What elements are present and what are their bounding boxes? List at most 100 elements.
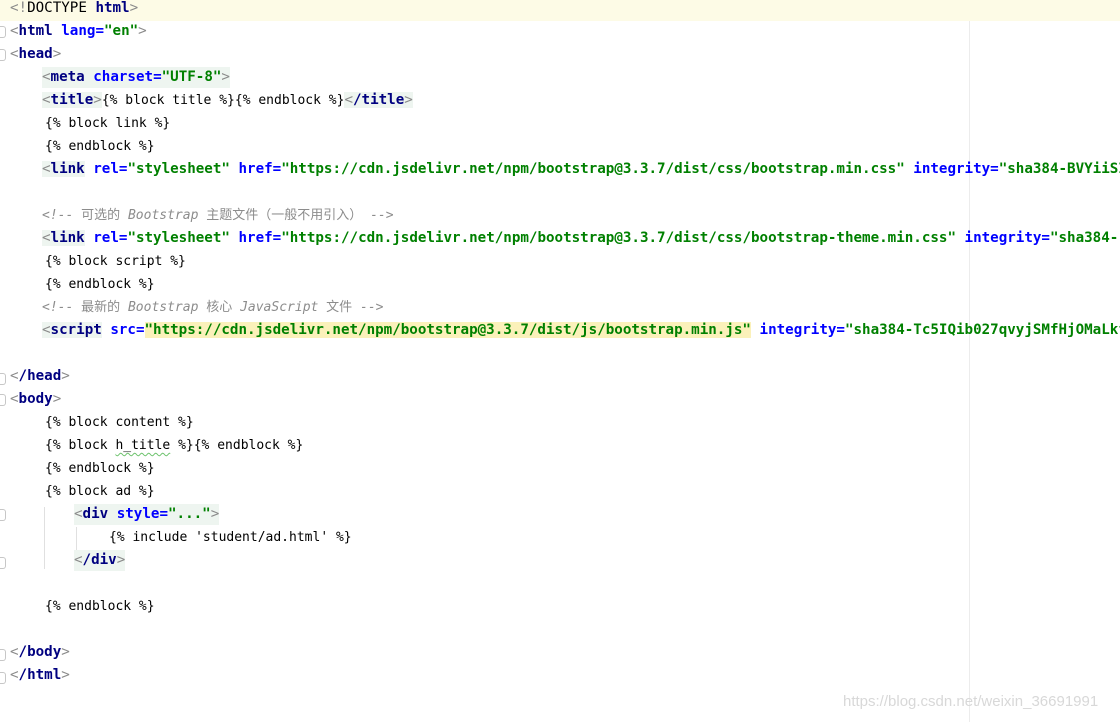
template-block-name: h_title bbox=[115, 438, 171, 453]
code-line[interactable]: {% block ad %} bbox=[0, 481, 1120, 504]
code-line[interactable]: <!DOCTYPE html> bbox=[0, 0, 1120, 21]
comment-text: 文件 bbox=[318, 300, 361, 315]
code-line[interactable]: </head> bbox=[0, 366, 1120, 389]
code-line[interactable]: {% block content %} bbox=[0, 412, 1120, 435]
template-tag: {% include 'student/ad.html' %} bbox=[109, 530, 352, 545]
code-line[interactable]: <div style="..."> bbox=[0, 504, 1120, 527]
code-line[interactable]: {% block link %} bbox=[0, 113, 1120, 136]
comment-delimiter: --> bbox=[360, 300, 384, 315]
template-tag: {% block bbox=[45, 438, 116, 453]
code-line[interactable]: {% endblock %} bbox=[0, 136, 1120, 159]
bracket: <! bbox=[10, 0, 28, 16]
tag-name: link bbox=[50, 161, 85, 177]
code-line[interactable] bbox=[0, 182, 1120, 205]
comment-text: JavaScript bbox=[240, 300, 319, 315]
code-line[interactable]: <link rel="stylesheet" href="https://cdn… bbox=[0, 159, 1120, 182]
code-line[interactable]: {% block script %} bbox=[0, 251, 1120, 274]
code-line[interactable]: </html> bbox=[0, 665, 1120, 688]
bracket: > bbox=[129, 0, 139, 16]
code-line[interactable] bbox=[0, 343, 1120, 366]
attr-name: integrity bbox=[913, 161, 991, 177]
template-tag: {% endblock %} bbox=[45, 599, 155, 614]
tag-name: /body bbox=[18, 644, 62, 660]
code-line[interactable]: {% include 'student/ad.html' %} bbox=[0, 527, 1120, 550]
equals: = bbox=[836, 322, 845, 338]
fold-marker-icon[interactable] bbox=[0, 373, 6, 385]
attr-value: "https://cdn.jsdelivr.net/npm/bootstrap@… bbox=[144, 322, 751, 338]
comment-text: 主题文件（一般不用引入） bbox=[198, 208, 371, 223]
code-line[interactable]: <link rel="stylesheet" href="https://cdn… bbox=[0, 228, 1120, 251]
bracket: < bbox=[42, 161, 51, 177]
doctype-keyword: DOCTYPE bbox=[27, 0, 96, 16]
bracket: < bbox=[344, 92, 353, 108]
bracket: > bbox=[210, 506, 220, 522]
bracket: > bbox=[93, 92, 102, 108]
comment-text: 最新的 bbox=[81, 300, 128, 315]
code-line[interactable]: </div> bbox=[0, 550, 1120, 573]
tag-name: div bbox=[82, 506, 109, 522]
attr-value[interactable]: "..." bbox=[168, 506, 211, 522]
code-line[interactable]: {% endblock %} bbox=[0, 596, 1120, 619]
code-line[interactable]: <script src="https://cdn.jsdelivr.net/np… bbox=[0, 320, 1120, 343]
code-line[interactable] bbox=[0, 573, 1120, 596]
code-line[interactable]: <!-- 可选的 Bootstrap 主题文件（一般不用引入） --> bbox=[0, 205, 1120, 228]
fold-marker-icon[interactable] bbox=[0, 49, 6, 61]
code-line[interactable]: {% endblock %} bbox=[0, 274, 1120, 297]
template-tag: {% block title %}{% endblock %} bbox=[101, 93, 345, 108]
tag-name: body bbox=[18, 391, 53, 407]
tag-name: title bbox=[50, 92, 94, 108]
fold-marker-icon[interactable] bbox=[0, 394, 6, 406]
fold-marker-icon[interactable] bbox=[0, 672, 6, 684]
equals: = bbox=[272, 161, 282, 177]
fold-marker-icon[interactable] bbox=[0, 26, 6, 38]
code-line[interactable]: {% block h_title %}{% endblock %} bbox=[0, 435, 1120, 458]
bracket: > bbox=[221, 69, 230, 85]
template-tag: {% endblock %} bbox=[45, 461, 155, 476]
code-line[interactable]: <!-- 最新的 Bootstrap 核心 JavaScript 文件 --> bbox=[0, 297, 1120, 320]
watermark: https://blog.csdn.net/weixin_36691991 bbox=[843, 693, 1099, 710]
template-tag: {% endblock %} bbox=[45, 139, 155, 154]
fold-marker-icon[interactable] bbox=[0, 509, 6, 521]
fold-marker-icon[interactable] bbox=[0, 557, 6, 569]
code-editor[interactable]: <!DOCTYPE html> <html lang="en"> <head> … bbox=[0, 0, 1120, 722]
bracket: > bbox=[116, 552, 126, 568]
comment-text: 可选的 bbox=[81, 208, 128, 223]
code-line[interactable]: <html lang="en"> bbox=[0, 21, 1120, 44]
attr-name: href bbox=[238, 230, 273, 246]
attr-name: integrity bbox=[964, 230, 1042, 246]
bracket: > bbox=[61, 644, 70, 660]
code-line[interactable]: {% endblock %} bbox=[0, 458, 1120, 481]
code-line[interactable]: <body> bbox=[0, 389, 1120, 412]
code-line[interactable]: <title>{% block title %}{% endblock %}</… bbox=[0, 90, 1120, 113]
attr-name: src bbox=[110, 322, 136, 338]
attr-value: "sha384-rHyoN1iRsVXV4nD0JutlnGaslCJuC7uw… bbox=[1049, 230, 1120, 246]
bracket: < bbox=[42, 322, 51, 338]
fold-marker-icon[interactable] bbox=[0, 649, 6, 661]
code-line[interactable] bbox=[0, 619, 1120, 642]
attr-value: "stylesheet" bbox=[127, 230, 230, 246]
comment-delimiter: <!-- bbox=[42, 208, 82, 223]
bracket: < bbox=[10, 644, 19, 660]
template-tag: {% block script %} bbox=[45, 254, 186, 269]
attr-name: lang bbox=[61, 23, 96, 39]
code-line[interactable]: </body> bbox=[0, 642, 1120, 665]
attr-value: "stylesheet" bbox=[127, 161, 230, 177]
attr-value: "sha384-Tc5IQib027qvyjSMfHjOMaLkfuWVxZxU… bbox=[844, 322, 1120, 338]
attr-value: "UTF-8" bbox=[161, 69, 222, 85]
attr-value: "sha384-BVYiiSIFeK1dGmJRAkycuHAHRg32OmUc… bbox=[998, 161, 1120, 177]
tag-name: /div bbox=[82, 552, 117, 568]
bracket: < bbox=[10, 391, 19, 407]
template-tag: %}{% endblock %} bbox=[170, 438, 304, 453]
attr-value: "https://cdn.jsdelivr.net/npm/bootstrap@… bbox=[281, 230, 956, 246]
attr-value: "en" bbox=[103, 23, 139, 39]
bracket: > bbox=[61, 368, 70, 384]
comment-delimiter: --> bbox=[370, 208, 394, 223]
bracket: > bbox=[61, 667, 70, 683]
attr-name: integrity bbox=[759, 322, 837, 338]
code-line[interactable]: <head> bbox=[0, 44, 1120, 67]
template-tag: {% block link %} bbox=[45, 116, 171, 131]
code-line[interactable]: <meta charset="UTF-8"> bbox=[0, 67, 1120, 90]
equals: = bbox=[95, 23, 104, 39]
equals: = bbox=[135, 322, 145, 338]
template-tag: {% block ad %} bbox=[45, 484, 155, 499]
